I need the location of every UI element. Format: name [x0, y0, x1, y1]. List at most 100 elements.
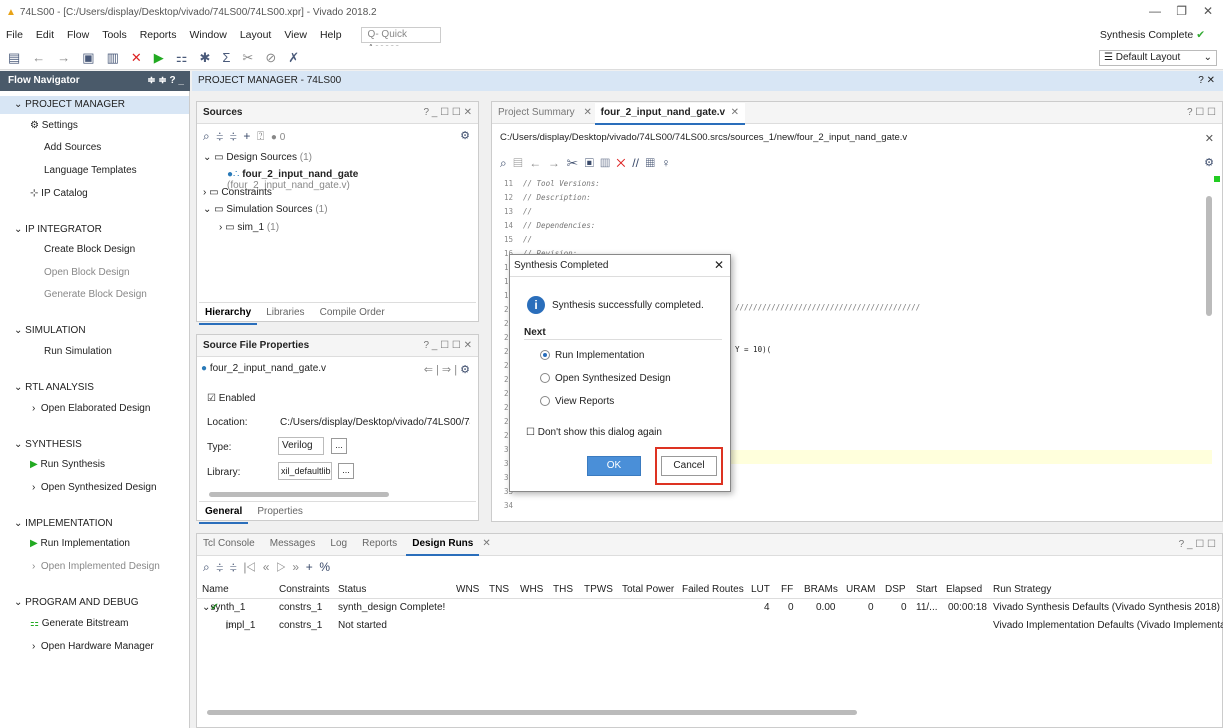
nav-item-settings[interactable]: ⚙ Settings: [30, 120, 78, 131]
quick-access-input[interactable]: Q- Quick Access: [360, 27, 441, 54]
nav-section-simulation[interactable]: ⌄ SIMULATION: [14, 325, 86, 336]
nav-item-open-elaborated-design[interactable]: › Open Elaborated Design: [32, 403, 150, 414]
collapse-icon[interactable]: ≑: [216, 560, 223, 574]
tab-general[interactable]: General: [199, 502, 249, 524]
search-icon[interactable]: ⌕: [203, 560, 210, 574]
copy-icon[interactable]: ▣: [585, 156, 594, 170]
sum-icon[interactable]: Σ: [222, 50, 230, 65]
add-icon[interactable]: +: [306, 560, 313, 574]
play-icon[interactable]: ▷: [276, 560, 286, 574]
tab-tcl-console[interactable]: Tcl Console: [197, 534, 261, 554]
percent-icon[interactable]: %: [319, 560, 330, 574]
nav-item-generate-bitstream[interactable]: ⚏ Generate Bitstream: [30, 618, 128, 629]
collapse-icon[interactable]: ≑: [216, 129, 223, 143]
nav-item-run-synthesis[interactable]: ▶ Run Synthesis: [30, 459, 105, 470]
block-icon[interactable]: ▦: [646, 156, 655, 170]
gear-icon[interactable]: ⚙: [1204, 156, 1214, 169]
panel-controls[interactable]: ? _ ☐ ☐ ✕: [423, 340, 472, 351]
enabled-checkbox[interactable]: ☑ Enabled: [207, 393, 255, 404]
nav-section-rtl-analysis[interactable]: ⌄ RTL ANALYSIS: [14, 382, 94, 393]
expand-icon[interactable]: ≑: [230, 129, 237, 143]
nav-item-open-hardware-manager[interactable]: › Open Hardware Manager: [32, 641, 154, 652]
restore-icon[interactable]: ❐: [1176, 4, 1187, 18]
tab-hierarchy[interactable]: Hierarchy: [199, 303, 258, 325]
nav-section-implementation[interactable]: ⌄ IMPLEMENTATION: [14, 518, 113, 529]
menu-help[interactable]: Help: [320, 29, 342, 41]
close-icon[interactable]: ✕: [1203, 4, 1213, 18]
cancel-run-icon[interactable]: ✗: [288, 50, 299, 66]
save-icon[interactable]: ▤: [513, 156, 522, 170]
tree-constraints[interactable]: › ▭ Constraints: [203, 187, 272, 198]
expand-icon[interactable]: ≑: [230, 560, 237, 574]
panel-controls[interactable]: ? _ ☐ ☐: [1179, 539, 1216, 550]
no-icon[interactable]: ⊘: [265, 50, 276, 66]
horizontal-scrollbar[interactable]: [207, 710, 857, 715]
tab-properties[interactable]: Properties: [251, 502, 309, 522]
library-field[interactable]: xil_defaultlib: [278, 462, 332, 480]
tree-simulation-sources[interactable]: ⌄ ▭ Simulation Sources (1): [203, 204, 328, 215]
nav-item-add-sources[interactable]: Add Sources: [44, 142, 101, 153]
nav-section-ip-integrator[interactable]: ⌄ IP INTEGRATOR: [14, 224, 102, 235]
option-view-reports[interactable]: View Reports: [540, 396, 614, 407]
cut-icon[interactable]: ✂: [567, 156, 579, 170]
undo-icon[interactable]: ←: [529, 156, 541, 170]
tab-libraries[interactable]: Libraries: [260, 303, 310, 323]
option-open-synthesized-design[interactable]: Open Synthesized Design: [540, 373, 671, 384]
minimize-icon[interactable]: —: [1149, 4, 1161, 18]
comment-icon[interactable]: //: [632, 156, 639, 170]
tab-messages[interactable]: Messages: [264, 534, 322, 554]
tab-reports[interactable]: Reports: [356, 534, 403, 554]
cancel-button[interactable]: Cancel: [661, 456, 717, 476]
prev-icon[interactable]: «: [263, 560, 270, 574]
run-icon[interactable]: ▶: [154, 50, 164, 66]
menu-layout[interactable]: Layout: [240, 29, 272, 41]
redo-icon[interactable]: →: [57, 50, 70, 65]
menu-tools[interactable]: Tools: [102, 29, 127, 41]
info-icon[interactable]: ⍰: [257, 129, 264, 143]
tab-source-file[interactable]: four_2_input_nand_gate.v ✕: [594, 103, 746, 125]
nav-item-open-block-design[interactable]: Open Block Design: [44, 267, 130, 278]
table-row[interactable]: ▷ impl_1 constrs_1 Not started Vivado Im…: [196, 617, 1223, 635]
nav-section-synthesis[interactable]: ⌄ SYNTHESIS: [14, 439, 82, 450]
undo-icon[interactable]: ←: [32, 50, 45, 65]
gear-icon[interactable]: ⚙: [460, 129, 470, 142]
search-icon[interactable]: ⌕: [203, 129, 210, 143]
type-field[interactable]: Verilog: [278, 437, 324, 455]
nav-item-run-implementation[interactable]: ▶ Run Implementation: [30, 538, 130, 549]
first-icon[interactable]: |◁: [243, 560, 256, 574]
nav-item-create-block-design[interactable]: Create Block Design: [44, 244, 135, 255]
delete-icon[interactable]: ✕: [616, 156, 625, 170]
tab-project-summary[interactable]: Project Summary: [492, 107, 581, 118]
tab-compile-order[interactable]: Compile Order: [314, 303, 391, 323]
menu-reports[interactable]: Reports: [140, 29, 177, 41]
menu-flow[interactable]: Flow: [67, 29, 89, 41]
nav-item-generate-block-design[interactable]: Generate Block Design: [44, 289, 147, 300]
close-icon[interactable]: ✕: [714, 258, 724, 272]
library-browse-button[interactable]: ...: [338, 463, 354, 479]
bulb-icon[interactable]: ♀: [661, 156, 670, 170]
tree-design-sources[interactable]: ⌄ ▭ Design Sources (1): [203, 152, 312, 163]
dont-show-checkbox[interactable]: ☐ Don't show this dialog again: [526, 427, 662, 438]
table-row[interactable]: ⌄ ✔ synth_1 constrs_1 synth_design Compl…: [196, 599, 1223, 617]
next-icon[interactable]: »: [292, 560, 299, 574]
nav-item-ip-catalog[interactable]: ⊹ IP Catalog: [30, 188, 88, 199]
close-icon[interactable]: ✕: [482, 538, 490, 549]
close-icon[interactable]: ✕: [583, 107, 591, 118]
ok-button[interactable]: OK: [587, 456, 641, 476]
editor-scrollbar[interactable]: [1206, 196, 1212, 316]
option-run-implementation[interactable]: Run Implementation: [540, 350, 645, 361]
redo-icon[interactable]: →: [548, 156, 560, 170]
horizontal-scrollbar[interactable]: [209, 492, 389, 497]
add-icon[interactable]: +: [243, 129, 250, 143]
menu-view[interactable]: View: [284, 29, 307, 41]
settings-icon[interactable]: ✱: [199, 50, 210, 66]
nav-section-project-manager[interactable]: ⌄ PROJECT MANAGER: [0, 96, 189, 114]
nav-item-open-synthesized-design[interactable]: › Open Synthesized Design: [32, 482, 157, 493]
close-icon[interactable]: ✕: [1205, 132, 1214, 145]
panel-controls[interactable]: ? ☐ ☐: [1187, 107, 1216, 118]
nav-item-run-simulation[interactable]: Run Simulation: [44, 346, 112, 357]
delete-icon[interactable]: ✕: [131, 50, 142, 66]
search-icon[interactable]: ⌕: [500, 156, 507, 170]
menu-edit[interactable]: Edit: [36, 29, 54, 41]
menu-window[interactable]: Window: [189, 29, 226, 41]
